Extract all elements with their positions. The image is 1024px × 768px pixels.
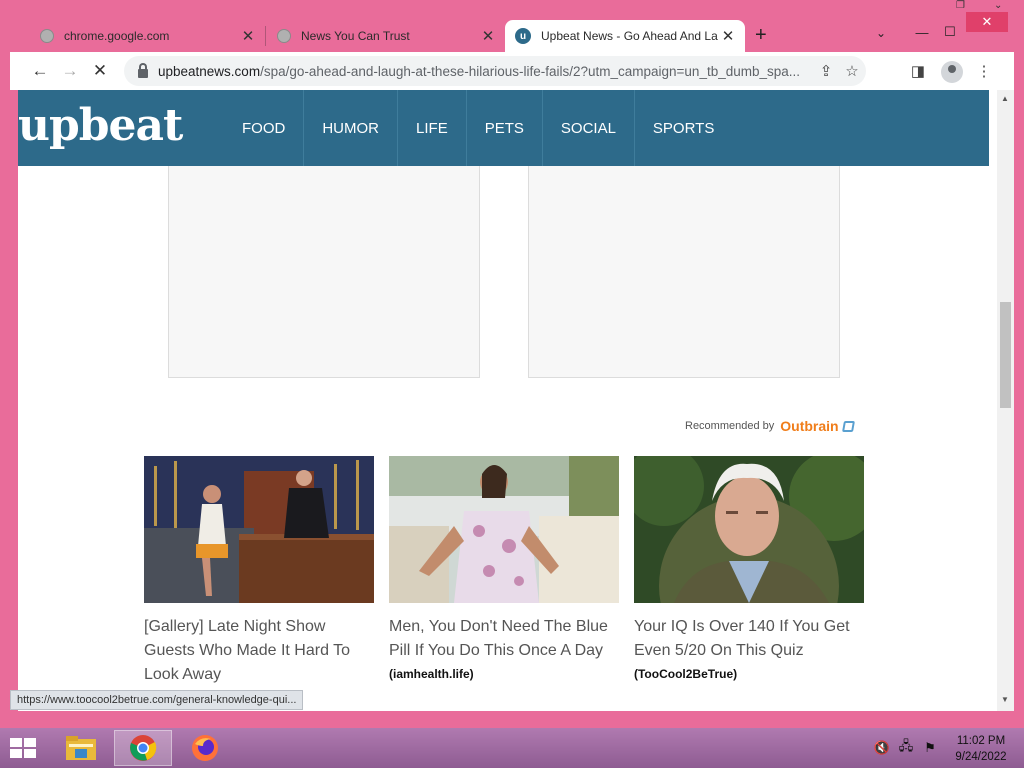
globe-icon <box>40 29 54 43</box>
nav-food[interactable]: FOOD <box>224 90 305 166</box>
system-clock[interactable]: 11:02 PM 9/24/2022 <box>946 733 1016 765</box>
adchoices-icon[interactable] <box>841 420 855 432</box>
browser-window: ❐ ⌄ — ☐ ✕ chrome.google.com ✕ News You C… <box>10 0 1014 718</box>
card-thumbnail[interactable] <box>389 456 619 603</box>
tab-search-button[interactable]: ⌄ <box>876 26 886 40</box>
card-headline[interactable]: Men, You Don't Need The Blue Pill If You… <box>389 615 619 663</box>
clock-date: 9/24/2022 <box>955 751 1007 763</box>
upbeat-logo[interactable]: upbeat <box>18 100 183 151</box>
site-nav: FOOD HUMOR LIFE PETS SOCIAL SPORTS <box>224 90 732 166</box>
card-headline[interactable]: [Gallery] Late Night Show Guests Who Mad… <box>144 615 374 687</box>
ad-placeholder[interactable] <box>168 166 480 378</box>
page-viewport: upbeat FOOD HUMOR LIFE PETS SOCIAL SPORT… <box>18 90 997 711</box>
bookmark-star-icon[interactable]: ☆ <box>842 61 862 81</box>
taskbar: 🔇 🖧 ⚑ 11:02 PM 9/24/2022 <box>0 728 1024 768</box>
profile-avatar[interactable] <box>941 61 963 83</box>
recommendation-card[interactable]: Your IQ Is Over 140 If You Get Even 5/20… <box>634 456 864 681</box>
tab-title: News You Can Trust <box>301 29 410 43</box>
recommendation-card[interactable]: [Gallery] Late Night Show Guests Who Mad… <box>144 456 374 687</box>
url-text[interactable]: upbeatnews.com/spa/go-ahead-and-laugh-at… <box>158 64 838 79</box>
clock-time: 11:02 PM <box>956 735 1006 747</box>
back-button[interactable]: ← <box>25 56 55 86</box>
close-tab-icon[interactable]: ✕ <box>719 27 737 45</box>
nav-pets[interactable]: PETS <box>467 90 543 166</box>
restore-icon[interactable]: ❐ <box>956 0 970 11</box>
tab-upbeat-news[interactable]: u Upbeat News - Go Ahead And La ✕ <box>505 20 745 52</box>
close-tab-icon[interactable]: ✕ <box>479 27 497 45</box>
tab-chrome-google[interactable]: chrome.google.com ✕ <box>10 20 265 52</box>
lock-icon[interactable] <box>138 62 148 78</box>
nav-sports[interactable]: SPORTS <box>635 90 732 166</box>
nav-life[interactable]: LIFE <box>398 90 467 166</box>
windows-start-icon[interactable] <box>8 736 38 760</box>
network-icon[interactable]: 🖧 <box>898 738 914 756</box>
action-center-icon[interactable]: ⚑ <box>922 740 938 756</box>
outbrain-attribution[interactable]: Recommended by Outbrain <box>685 418 855 434</box>
link-status-bar: https://www.toocool2betrue.com/general-k… <box>10 690 304 710</box>
close-tab-icon[interactable]: ✕ <box>239 27 257 45</box>
nav-social[interactable]: SOCIAL <box>543 90 635 166</box>
card-thumbnail[interactable] <box>634 456 864 603</box>
new-tab-button[interactable]: + <box>755 24 767 47</box>
volume-muted-icon[interactable]: 🔇 <box>874 740 890 756</box>
file-explorer-icon[interactable] <box>52 730 110 766</box>
upbeat-favicon-icon: u <box>515 28 531 44</box>
scroll-up-icon[interactable]: ▲ <box>1001 94 1009 103</box>
card-source[interactable]: (iamhealth.life) <box>389 667 619 681</box>
card-headline[interactable]: Your IQ Is Over 140 If You Get Even 5/20… <box>634 615 864 663</box>
recommendation-card[interactable]: Men, You Don't Need The Blue Pill If You… <box>389 456 619 681</box>
globe-icon <box>277 29 291 43</box>
recommended-by-label: Recommended by <box>685 420 775 432</box>
more-menu-icon[interactable]: ⋮ <box>974 61 994 81</box>
card-source[interactable]: (TooCool2BeTrue) <box>634 667 864 681</box>
outbrain-logo: Outbrain <box>780 418 839 434</box>
scrollbar-thumb[interactable] <box>1000 302 1011 408</box>
tab-title: Upbeat News - Go Ahead And La <box>541 29 718 43</box>
forward-button[interactable]: → <box>55 56 85 86</box>
side-panel-icon[interactable]: ◨ <box>908 61 928 81</box>
tab-strip: chrome.google.com ✕ News You Can Trust ✕… <box>10 10 1014 52</box>
share-icon[interactable]: ⇪ <box>816 61 836 81</box>
ad-placeholder[interactable] <box>528 166 840 378</box>
chevron-down-icon[interactable]: ⌄ <box>994 0 1008 11</box>
site-header: upbeat FOOD HUMOR LIFE PETS SOCIAL SPORT… <box>18 90 989 166</box>
card-thumbnail[interactable] <box>144 456 374 603</box>
nav-humor[interactable]: HUMOR <box>304 90 399 166</box>
tab-title: chrome.google.com <box>64 29 170 43</box>
chrome-taskbar-icon[interactable] <box>114 730 172 766</box>
browser-toolbar: ← → ✕ upbeatnews.com/spa/go-ahead-and-la… <box>10 52 1014 90</box>
scroll-down-icon[interactable]: ▼ <box>1001 695 1009 704</box>
page-scrollbar[interactable]: ▲ ▼ <box>997 90 1014 711</box>
firefox-taskbar-icon[interactable] <box>176 730 234 766</box>
tab-news-you-can-trust[interactable]: News You Can Trust ✕ <box>265 20 505 52</box>
stop-loading-button[interactable]: ✕ <box>85 56 115 86</box>
address-bar[interactable]: upbeatnews.com/spa/go-ahead-and-laugh-at… <box>124 56 866 86</box>
